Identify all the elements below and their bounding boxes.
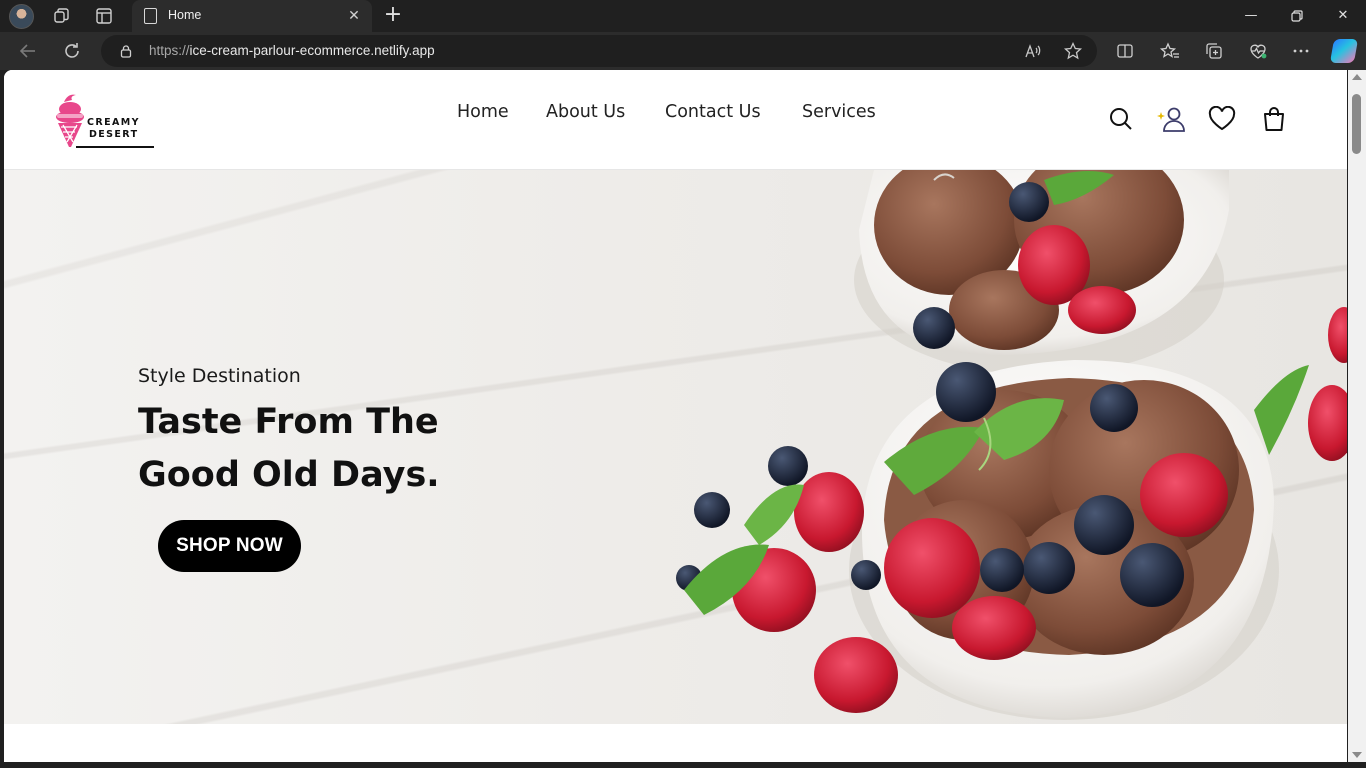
logo-underline xyxy=(76,146,154,148)
site-logo[interactable]: CREAMY DESERT xyxy=(54,92,156,150)
split-screen-icon[interactable] xyxy=(1115,41,1135,61)
hero-banner: Style Destination Taste From The Good Ol… xyxy=(4,170,1347,724)
heart-pulse-icon[interactable] xyxy=(1248,41,1268,61)
heart-icon[interactable] xyxy=(1208,106,1236,132)
scroll-down-icon[interactable] xyxy=(1352,752,1362,758)
next-section xyxy=(4,724,1347,762)
hero-title: Taste From The Good Old Days. xyxy=(138,396,558,502)
page-icon xyxy=(144,8,157,24)
refresh-icon[interactable] xyxy=(61,40,83,62)
browser-toolbar: https://ice-cream-parlour-ecommerce.netl… xyxy=(0,32,1366,70)
nav-contact-us[interactable]: Contact Us xyxy=(665,102,761,122)
collections-icon[interactable] xyxy=(1204,41,1224,61)
minimize-icon[interactable]: — xyxy=(1228,0,1274,32)
site-header: CREAMY DESERT Home About Us Contact Us S… xyxy=(4,70,1347,170)
star-icon[interactable] xyxy=(1063,41,1083,61)
search-icon[interactable] xyxy=(1108,106,1134,132)
logo-line-1: CREAMY xyxy=(87,117,140,128)
more-icon[interactable] xyxy=(1291,41,1311,61)
hero-title-line-2: Good Old Days. xyxy=(138,455,440,495)
logo-wordmark: CREAMY DESERT xyxy=(87,117,140,141)
tab-title: Home xyxy=(168,8,202,22)
tab-strip: Home ✕ + — ✕ xyxy=(0,0,1366,32)
user-icon[interactable] xyxy=(1157,106,1187,132)
read-aloud-icon[interactable] xyxy=(1023,41,1043,61)
close-window-icon[interactable]: ✕ xyxy=(1320,0,1366,32)
page-scrollbar[interactable] xyxy=(1348,70,1366,762)
back-arrow-icon[interactable] xyxy=(17,40,39,62)
ice-cream-bowls-image xyxy=(676,170,1347,720)
close-tab-icon[interactable]: ✕ xyxy=(344,6,364,26)
url-text: https://ice-cream-parlour-ecommerce.netl… xyxy=(149,43,435,58)
nav-services[interactable]: Services xyxy=(802,102,876,122)
logo-line-2: DESERT xyxy=(89,129,139,140)
hero-title-line-1: Taste From The xyxy=(138,402,439,442)
nav-about-us[interactable]: About Us xyxy=(546,102,625,122)
profile-avatar[interactable] xyxy=(9,4,34,29)
lock-icon[interactable] xyxy=(119,44,133,58)
favorites-icon[interactable] xyxy=(1160,41,1180,61)
ice-cream-cone-icon xyxy=(56,94,84,147)
tab-actions-icon[interactable] xyxy=(94,6,114,26)
restore-icon[interactable] xyxy=(1274,0,1320,32)
scroll-up-icon[interactable] xyxy=(1352,74,1362,80)
workspaces-icon[interactable] xyxy=(52,6,72,26)
nav-home[interactable]: Home xyxy=(457,102,509,122)
scroll-thumb[interactable] xyxy=(1352,94,1361,154)
copilot-icon[interactable] xyxy=(1329,39,1359,63)
page-viewport: CREAMY DESERT Home About Us Contact Us S… xyxy=(4,70,1347,762)
active-tab[interactable]: Home ✕ xyxy=(132,0,372,32)
shopping-bag-icon[interactable] xyxy=(1261,106,1287,132)
shop-now-button[interactable]: SHOP NOW xyxy=(158,520,301,572)
hero-subtitle: Style Destination xyxy=(138,365,301,387)
address-bar[interactable]: https://ice-cream-parlour-ecommerce.netl… xyxy=(101,35,1097,67)
new-tab-icon[interactable]: + xyxy=(382,4,404,27)
